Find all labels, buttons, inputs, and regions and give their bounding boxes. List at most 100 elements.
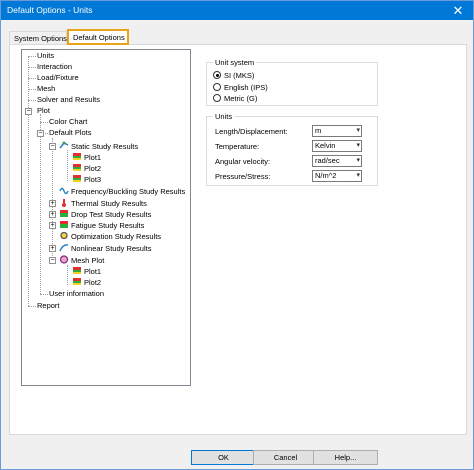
title-bar[interactable]: Default Options - Units ✕ bbox=[1, 1, 473, 20]
expand-icon[interactable]: + bbox=[49, 222, 56, 229]
tab-default-options[interactable]: Default Options bbox=[67, 29, 129, 45]
tree-item-mesh[interactable]: Mesh bbox=[37, 84, 55, 94]
radio-label: Metric (G) bbox=[224, 94, 258, 103]
temperature-value: Kelvin bbox=[315, 141, 336, 150]
length-displacement-select[interactable]: m ▾ bbox=[312, 125, 362, 137]
tree-line bbox=[40, 294, 48, 295]
tree-item-label: Nonlinear Study Results bbox=[71, 244, 152, 253]
tree-line bbox=[28, 306, 36, 307]
tree-line bbox=[28, 56, 29, 306]
length-displacement-label: Length/Displacement: bbox=[215, 127, 288, 136]
temperature-label: Temperature: bbox=[215, 142, 260, 151]
tree-item-label: Mesh Plot bbox=[71, 256, 105, 265]
chevron-down-icon: ▾ bbox=[356, 157, 360, 164]
options-tree[interactable]: Units Interaction Load/Fixture Mesh Solv… bbox=[21, 49, 191, 386]
pressure-stress-select[interactable]: N/m^2 ▾ bbox=[312, 170, 362, 182]
nonlinear-study-icon bbox=[59, 244, 69, 252]
temperature-select[interactable]: Kelvin ▾ bbox=[312, 140, 362, 152]
tree-item-interaction[interactable]: Interaction bbox=[37, 62, 72, 72]
fatigue-study-icon bbox=[60, 221, 68, 228]
tree-item-optimization[interactable]: Optimization Study Results bbox=[59, 231, 161, 242]
tree-item-static-study-results[interactable]: Static Study Results bbox=[59, 141, 138, 152]
tree-item-mesh-plot1[interactable]: Plot1 bbox=[72, 266, 101, 277]
tree-item-label: Plot3 bbox=[84, 175, 102, 184]
chevron-down-icon: ▾ bbox=[356, 127, 360, 134]
plot-icon bbox=[73, 164, 81, 171]
tree-line bbox=[40, 114, 41, 294]
expand-icon[interactable]: + bbox=[49, 245, 56, 252]
tree-item-label: Plot2 bbox=[84, 278, 102, 287]
thermal-study-icon bbox=[62, 199, 66, 207]
length-displacement-value: m bbox=[315, 126, 322, 135]
tree-item-label: Plot1 bbox=[84, 267, 102, 276]
radio-unchecked-icon bbox=[213, 94, 221, 102]
tab-panel: Units Interaction Load/Fixture Mesh Solv… bbox=[9, 44, 467, 435]
tree-item-label: Static Study Results bbox=[71, 142, 139, 151]
default-options-dialog: Default Options - Units ✕ System Options… bbox=[0, 0, 474, 470]
collapse-icon[interactable]: − bbox=[37, 130, 44, 137]
tree-item-drop-test[interactable]: Drop Test Study Results bbox=[59, 209, 151, 220]
tree-item-nonlinear[interactable]: Nonlinear Study Results bbox=[59, 243, 151, 254]
pressure-stress-value: N/m^2 bbox=[315, 171, 337, 180]
help-button[interactable]: Help... bbox=[313, 450, 378, 465]
unit-system-legend: Unit system bbox=[213, 58, 257, 67]
optimization-study-icon bbox=[60, 231, 68, 240]
pressure-stress-label: Pressure/Stress: bbox=[215, 172, 271, 181]
tree-item-thermal[interactable]: Thermal Study Results bbox=[59, 198, 147, 209]
tree-line bbox=[52, 138, 53, 260]
expand-icon[interactable]: + bbox=[49, 211, 56, 218]
tree-line bbox=[28, 89, 36, 90]
cancel-button[interactable]: Cancel bbox=[253, 450, 318, 465]
static-study-icon bbox=[59, 141, 69, 149]
units-legend: Units bbox=[213, 112, 235, 121]
tree-item-mesh-plot2[interactable]: Plot2 bbox=[72, 277, 101, 288]
tree-item-solver-and-results[interactable]: Solver and Results bbox=[37, 95, 100, 105]
collapse-icon[interactable]: − bbox=[25, 108, 32, 115]
units-group: Units Length/Displacement: m ▾ Temperatur… bbox=[206, 112, 378, 186]
tree-item-mesh-plot[interactable]: Mesh Plot bbox=[59, 255, 104, 266]
frequency-study-icon bbox=[59, 187, 69, 195]
tree-item-plot[interactable]: Plot bbox=[37, 106, 50, 116]
unit-system-group: Unit system SI (MKS) English (IPS) Metri… bbox=[206, 58, 378, 106]
tree-item-static-plot2[interactable]: Plot2 bbox=[72, 163, 101, 174]
tree-line bbox=[67, 150, 68, 181]
tree-item-color-chart[interactable]: Color Chart bbox=[49, 117, 87, 127]
chevron-down-icon: ▾ bbox=[356, 142, 360, 149]
tree-item-default-plots[interactable]: Default Plots bbox=[49, 128, 92, 138]
english-ips-radio[interactable]: English (IPS) bbox=[213, 83, 268, 92]
radio-label: SI (MKS) bbox=[224, 71, 255, 80]
tree-item-load-fixture[interactable]: Load/Fixture bbox=[37, 73, 79, 83]
radio-label: English (IPS) bbox=[224, 83, 268, 92]
tree-item-label: Optimization Study Results bbox=[71, 232, 162, 241]
collapse-icon[interactable]: − bbox=[49, 257, 56, 264]
tree-item-label: Plot2 bbox=[84, 164, 102, 173]
si-mks-radio[interactable]: SI (MKS) bbox=[213, 71, 254, 80]
expand-icon[interactable]: + bbox=[49, 200, 56, 207]
collapse-icon[interactable]: − bbox=[49, 143, 56, 150]
angular-velocity-select[interactable]: rad/sec ▾ bbox=[312, 155, 362, 167]
mesh-plot-icon bbox=[59, 255, 69, 264]
tree-item-fatigue[interactable]: Fatigue Study Results bbox=[59, 220, 144, 231]
tree-item-user-information[interactable]: User information bbox=[49, 289, 104, 299]
plot-icon bbox=[73, 267, 81, 274]
plot-icon bbox=[73, 175, 81, 182]
tree-item-static-plot1[interactable]: Plot1 bbox=[72, 152, 101, 163]
ok-button[interactable]: OK bbox=[191, 450, 256, 465]
tree-item-label: Thermal Study Results bbox=[71, 199, 147, 208]
close-icon[interactable]: ✕ bbox=[443, 1, 473, 20]
tab-system-options[interactable]: System Options bbox=[9, 31, 67, 44]
window-title: Default Options - Units bbox=[7, 5, 93, 15]
angular-velocity-label: Angular velocity: bbox=[215, 157, 271, 166]
tree-item-label: Drop Test Study Results bbox=[71, 210, 152, 219]
tree-item-frequency-buckling[interactable]: Frequency/Buckling Study Results bbox=[59, 186, 185, 197]
chevron-down-icon: ▾ bbox=[356, 172, 360, 179]
tree-line bbox=[28, 56, 36, 57]
tree-item-label: Fatigue Study Results bbox=[71, 221, 145, 230]
tree-item-units[interactable]: Units bbox=[37, 51, 54, 61]
tree-item-label: Plot1 bbox=[84, 153, 102, 162]
tree-item-report[interactable]: Report bbox=[37, 301, 60, 311]
tree-item-static-plot3[interactable]: Plot3 bbox=[72, 174, 101, 185]
metric-g-radio[interactable]: Metric (G) bbox=[213, 94, 257, 103]
tree-line bbox=[28, 78, 36, 79]
radio-unchecked-icon bbox=[213, 83, 221, 91]
